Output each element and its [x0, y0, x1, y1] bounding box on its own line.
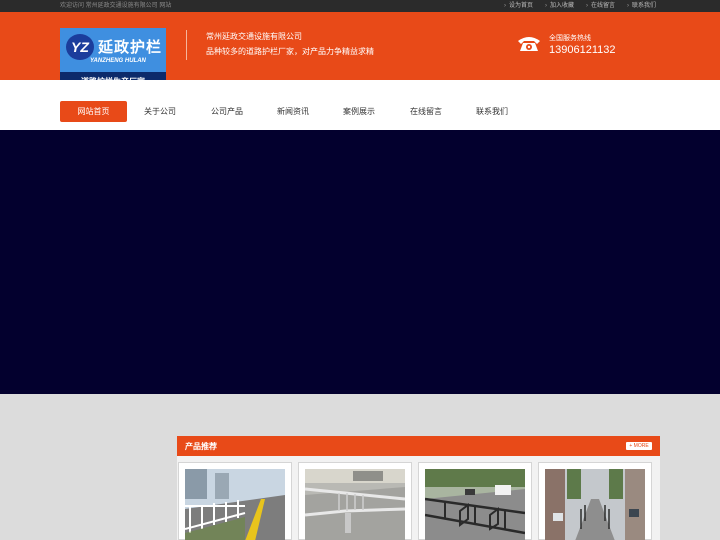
product-card[interactable]: [538, 462, 652, 540]
logo-mark: YZ: [66, 34, 94, 60]
products-panel-header: [177, 436, 660, 456]
product-card[interactable]: [178, 462, 292, 540]
add-favorite-link[interactable]: 加入收藏: [545, 1, 574, 11]
product-card[interactable]: [298, 462, 412, 540]
company-name: 常州延政交通设施有限公司: [206, 32, 302, 41]
products-panel-title: 产品推荐: [185, 442, 217, 451]
logo-name-cn: 延政护栏: [98, 38, 163, 56]
phone-icon: [518, 37, 540, 51]
nav-contact[interactable]: 联系我们: [465, 101, 519, 122]
product-image-guardrail-highway[interactable]: [185, 469, 285, 540]
nav-products[interactable]: 公司产品: [200, 101, 254, 122]
hero-banner[interactable]: [0, 130, 720, 394]
set-homepage-link[interactable]: 设为首页: [504, 1, 533, 11]
contact-us-link[interactable]: 联系我们: [627, 1, 656, 11]
header-divider: [186, 30, 187, 60]
company-tagline: 品种较多的道路护栏厂家，对产品力争精益求精: [206, 47, 374, 56]
nav-cases[interactable]: 案例展示: [332, 101, 386, 122]
hotline-label: 全国服务热线: [549, 35, 591, 42]
nav-news[interactable]: 新闻资讯: [266, 101, 320, 122]
top-bar: 欢迎访问 常州延政交通设施有限公司 网站 设为首页 加入收藏 在线留言 联系我们: [0, 0, 720, 12]
welcome-text: 欢迎访问 常州延政交通设施有限公司 网站: [60, 3, 172, 9]
online-message-link[interactable]: 在线留言: [586, 1, 615, 11]
product-image-guardrail-city[interactable]: [545, 469, 645, 540]
product-card[interactable]: [418, 462, 532, 540]
more-button[interactable]: + MORE: [626, 442, 652, 450]
nav-home[interactable]: 网站首页: [60, 101, 127, 122]
product-image-guardrail-decorative[interactable]: [425, 469, 525, 540]
nav-about[interactable]: 关于公司: [133, 101, 187, 122]
hotline-number[interactable]: 13906121132: [549, 44, 615, 56]
nav-message[interactable]: 在线留言: [399, 101, 453, 122]
product-image-guardrail-street[interactable]: [305, 469, 405, 540]
logo-name-en: YANZHENG HULAN: [90, 58, 146, 64]
top-links: 设为首页 加入收藏 在线留言 联系我们: [504, 1, 656, 11]
